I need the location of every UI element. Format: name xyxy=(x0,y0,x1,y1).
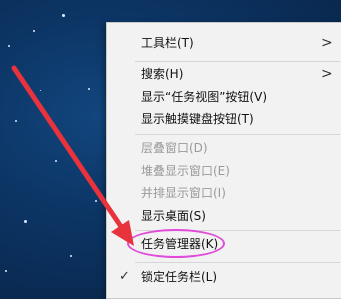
arrow-shaft xyxy=(11,65,127,234)
arrow-head xyxy=(111,220,134,246)
annotation-arrow xyxy=(11,65,134,246)
